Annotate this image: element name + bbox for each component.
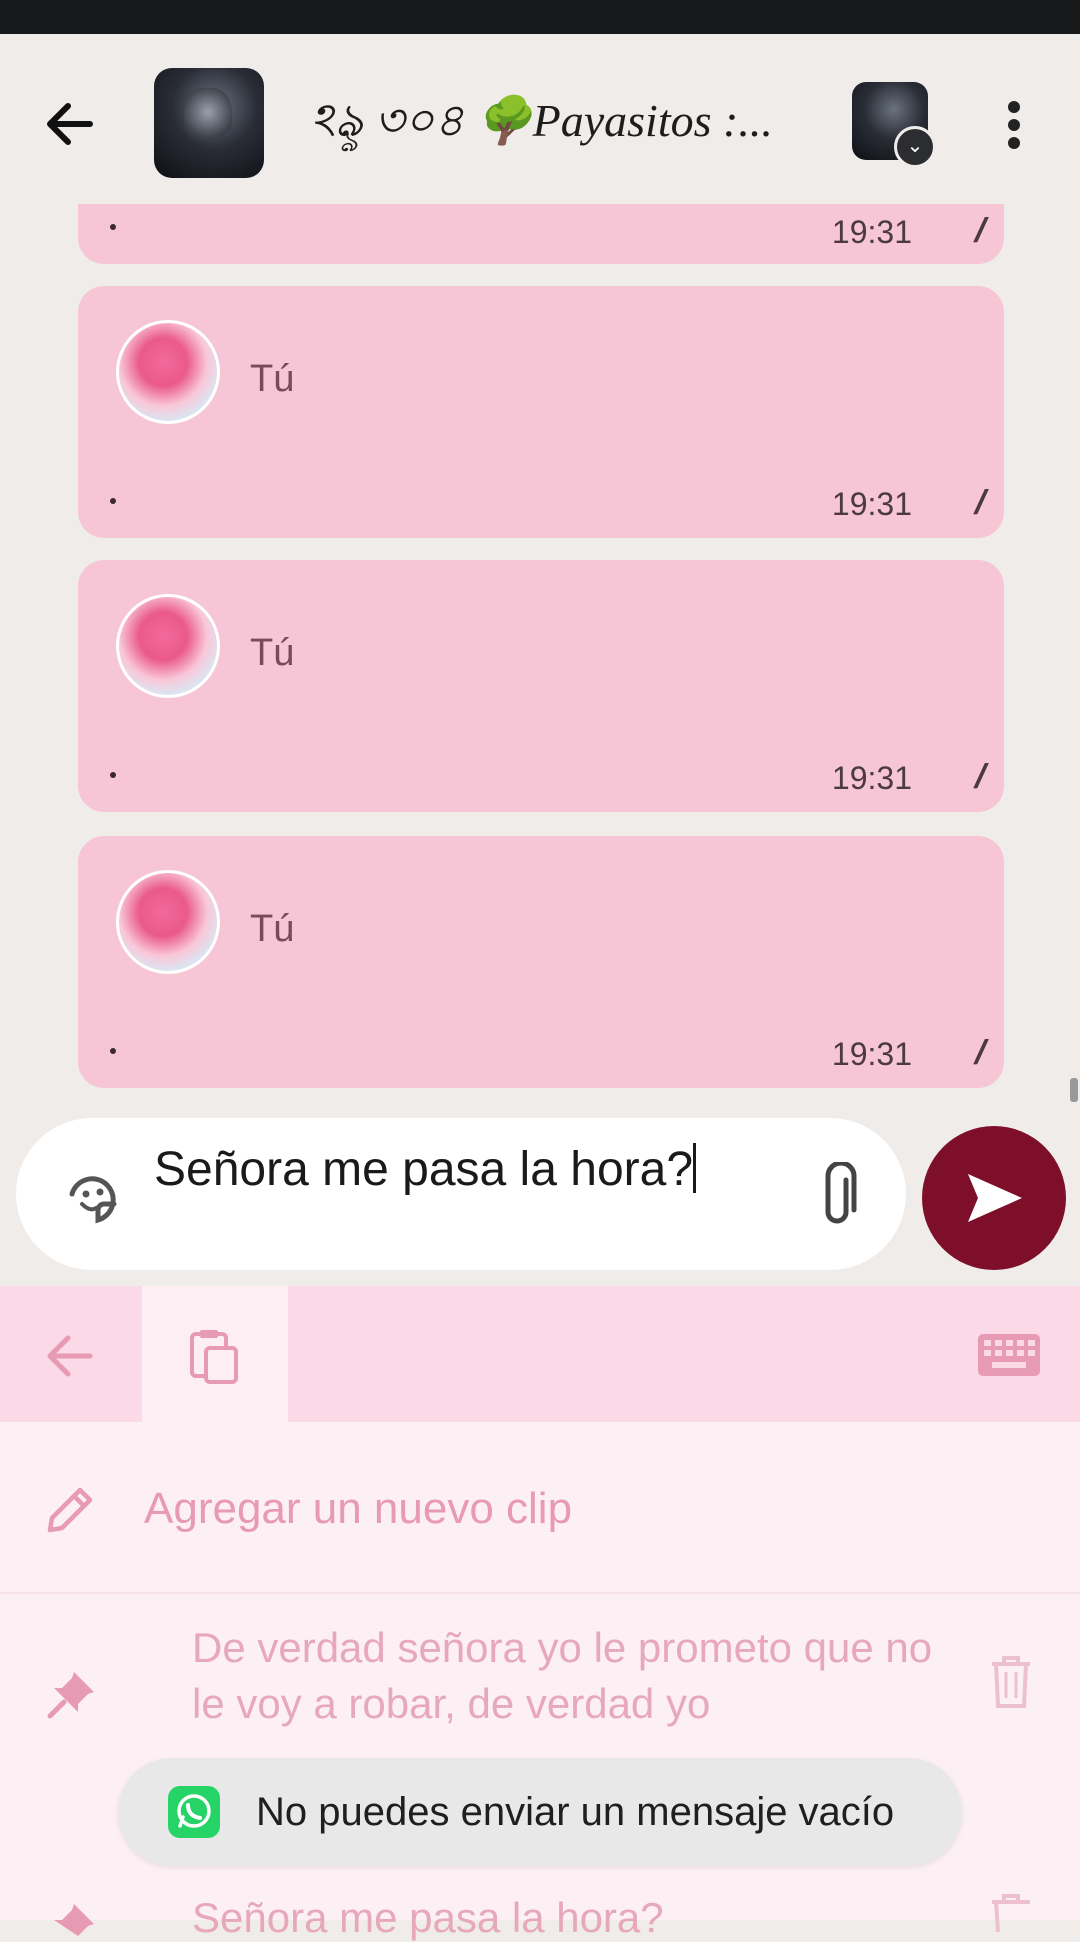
message-time: 19:31 — [831, 486, 912, 522]
keyboard-back-button[interactable] — [40, 1326, 100, 1386]
message-bubble[interactable]: Tú 19:31 // — [78, 286, 1004, 538]
message-dot — [110, 1048, 116, 1054]
back-button[interactable] — [40, 94, 100, 154]
attach-button[interactable] — [816, 1160, 860, 1232]
message-dot — [110, 772, 116, 778]
more-vert-icon[interactable] — [996, 96, 1032, 156]
clipboard-icon — [190, 1330, 238, 1384]
toast: No puedes enviar un mensaje vacío — [118, 1758, 962, 1866]
send-icon — [968, 1174, 1022, 1222]
message-dot — [110, 224, 116, 230]
double-check-icon: // — [975, 1034, 986, 1072]
text-caret — [693, 1143, 697, 1193]
message-input-value: Señora me pasa la hora? — [154, 1143, 694, 1196]
trash-icon[interactable] — [988, 1654, 1034, 1710]
sender-name: Tú — [250, 358, 295, 400]
message-bubble[interactable]: Tú 19:31 // — [78, 836, 1004, 1088]
send-button[interactable] — [922, 1126, 1066, 1270]
add-clip-button[interactable]: Agregar un nuevo clip — [0, 1422, 1080, 1592]
message-time: 19:31 — [831, 1036, 912, 1072]
clip-text: Señora me pasa la hora? — [192, 1894, 664, 1941]
double-check-icon: // — [975, 212, 986, 250]
keyboard-toolbar — [0, 1286, 1080, 1422]
sender-name: Tú — [250, 908, 295, 950]
whatsapp-icon — [168, 1786, 220, 1838]
double-check-icon: // — [975, 484, 986, 522]
chat-title[interactable]: ঽৡ ৩০৪ 🌳Payasitos :... — [310, 86, 810, 156]
toast-message: No puedes enviar un mensaje vacío — [256, 1790, 895, 1834]
clip-item[interactable]: De verdad señora yo le prometo que no le… — [0, 1594, 1080, 1774]
group-avatar[interactable] — [154, 68, 264, 178]
message-bubble[interactable]: 19:31 // — [78, 204, 1004, 264]
pencil-icon — [47, 1487, 93, 1533]
add-clip-label: Agregar un nuevo clip — [144, 1484, 573, 1533]
avatar — [116, 870, 220, 974]
sender-name: Tú — [250, 632, 295, 674]
message-time: 19:31 — [831, 760, 912, 796]
avatar — [116, 320, 220, 424]
message-dot — [110, 498, 116, 504]
pin-icon[interactable] — [44, 1666, 100, 1722]
message-composer: Señora me pasa la hora? — [16, 1118, 906, 1270]
message-input[interactable]: Señora me pasa la hora? — [154, 1138, 774, 1268]
arrow-left-icon — [47, 1335, 93, 1377]
chat-header: ঽৡ ৩০৪ 🌳Payasitos :... ⌄ — [0, 34, 1080, 204]
status-bar — [0, 0, 1080, 34]
avatar — [116, 594, 220, 698]
trash-icon[interactable] — [988, 1892, 1034, 1932]
clip-item[interactable]: Señora me pasa la hora? — [0, 1892, 1080, 1941]
clip-text: De verdad señora yo le prometo que no le… — [192, 1624, 933, 1727]
message-time: 19:31 — [831, 214, 912, 250]
tab-clipboard[interactable] — [142, 1286, 288, 1422]
keyboard-icon[interactable] — [978, 1334, 1040, 1381]
scrollbar[interactable] — [1070, 1078, 1078, 1102]
sticker-icon — [69, 1176, 117, 1224]
message-bubble[interactable]: Tú 19:31 // — [78, 560, 1004, 812]
double-check-icon: // — [975, 758, 986, 796]
sticker-button[interactable] — [64, 1170, 122, 1228]
arrow-left-icon — [47, 103, 93, 145]
chevron-down-icon: ⌄ — [894, 126, 936, 168]
pin-icon[interactable] — [44, 1898, 100, 1938]
paperclip-icon — [825, 1160, 857, 1224]
